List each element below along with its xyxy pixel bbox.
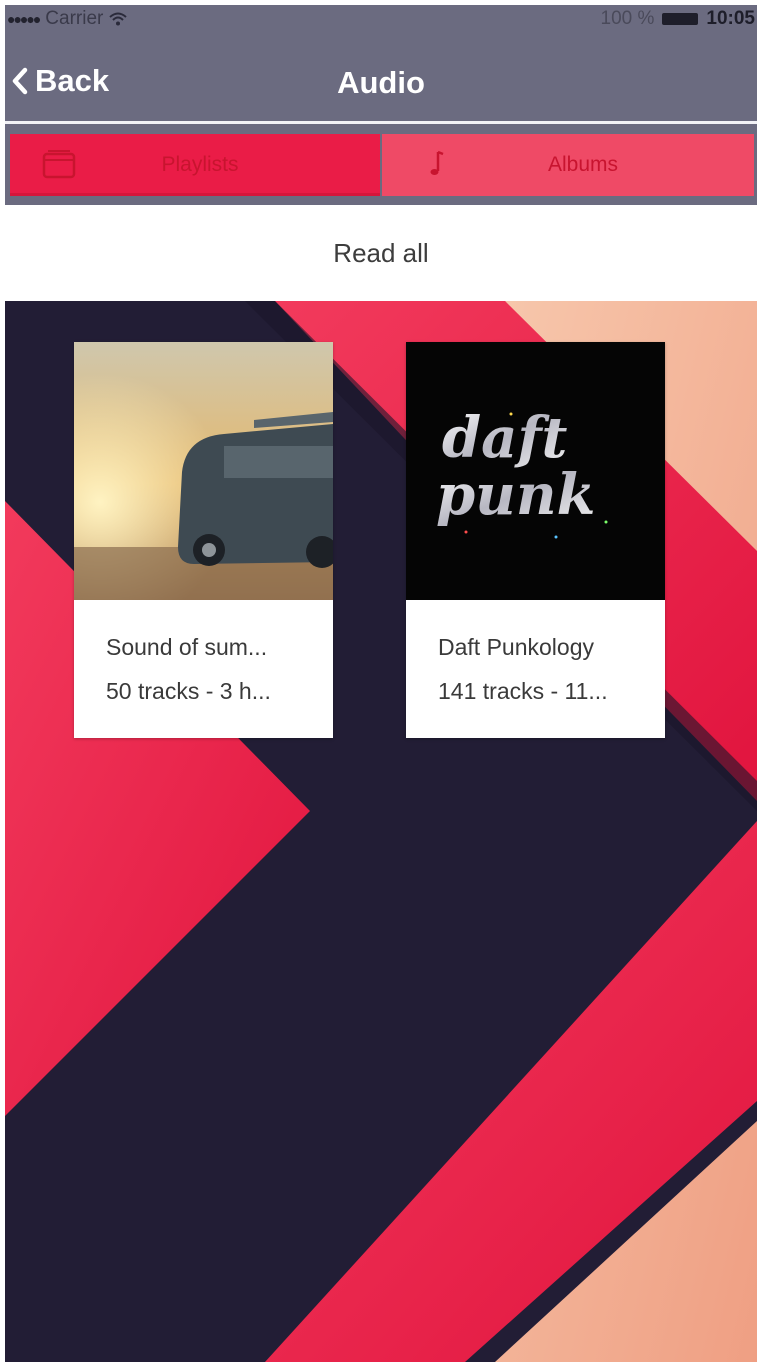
playlist-subtitle: 50 tracks - 3 h... — [106, 678, 271, 704]
playlist-card[interactable]: daft punk Daft Punkology 141 tracks - 11… — [406, 342, 665, 738]
tab-albums-label: Albums — [547, 153, 619, 176]
playlist-cover-image — [74, 342, 333, 600]
van-sunset-cover — [74, 342, 333, 600]
playlist-subtitle: 141 tracks - 11... — [438, 678, 608, 704]
status-bar: ●●●●● Carrier 100 % 10:05 — [5, 5, 757, 35]
playlist-card[interactable]: Sound of sum... 50 tracks - 3 h... — [74, 342, 333, 738]
tab-selected-indicator — [10, 193, 380, 196]
read-all-row: Read all — [5, 205, 757, 301]
status-time: 10:05 — [706, 8, 755, 29]
app-screen: ●●●●● Carrier 100 % 10:05 Back Audio Pla… — [5, 5, 757, 1362]
playlist-cover-image: daft punk — [406, 342, 665, 600]
navigation-bar: Back Audio — [5, 35, 757, 121]
playlist-title: Daft Punkology — [438, 634, 594, 660]
page-title: Audio — [337, 65, 425, 100]
playlist-title: Sound of sum... — [106, 634, 268, 660]
read-all-button[interactable]: Read all — [333, 238, 428, 269]
carrier-label: Carrier — [45, 8, 104, 29]
tab-albums[interactable]: Albums — [382, 134, 754, 196]
tab-bar: Playlists Albums — [5, 121, 757, 205]
wifi-icon — [109, 12, 128, 26]
tab-playlists[interactable]: Playlists — [10, 134, 380, 196]
battery-percent: 100 % — [600, 8, 655, 29]
battery-icon — [662, 13, 699, 25]
daft-punk-logo-cover: daft punk — [406, 342, 665, 600]
tab-playlists-label: Playlists — [161, 153, 239, 176]
signal-strength-icon: ●●●●● — [7, 11, 41, 27]
status-left: ●●●●● Carrier — [7, 8, 128, 30]
cover-text-punk: punk — [436, 462, 595, 528]
status-right: 100 % 10:05 — [601, 8, 755, 30]
